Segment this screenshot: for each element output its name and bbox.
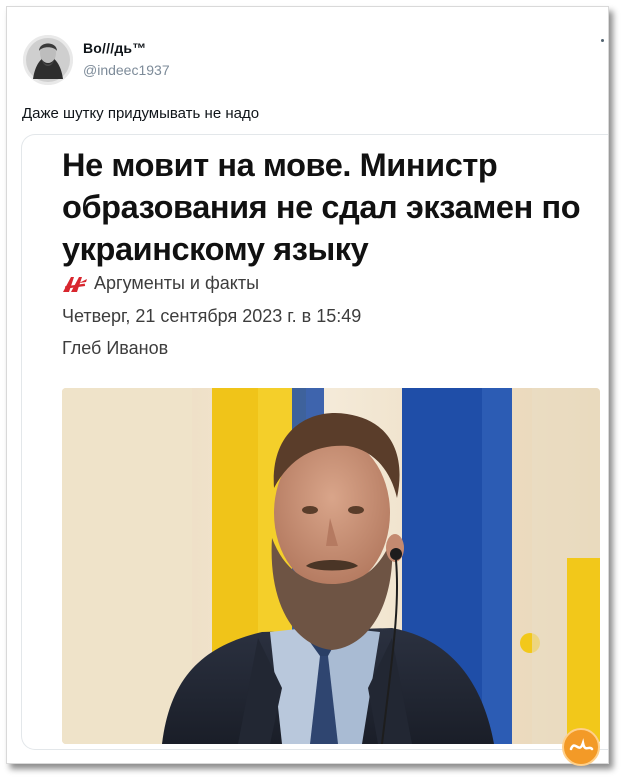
author-handle[interactable]: @indeec1937	[83, 62, 170, 78]
more-options-icon[interactable]	[601, 39, 604, 42]
avatar[interactable]	[23, 35, 73, 85]
tweet-frame: Во///дь™ @indeec1937 Даже шутку придумыв…	[6, 6, 609, 767]
article-photo[interactable]	[62, 388, 600, 744]
article-source-name: Аргументы и факты	[94, 273, 260, 293]
article-photo-image	[62, 388, 600, 744]
avatar-portrait	[23, 35, 73, 85]
link-card[interactable]: Не мовит на мове. Министр образования не…	[21, 134, 608, 750]
watermark-logo	[561, 727, 601, 767]
aif-logo-icon	[63, 276, 87, 292]
article-source[interactable]: Аргументы и факты	[62, 273, 259, 294]
author-display-name[interactable]: Во///дь™	[83, 40, 146, 56]
article-headline[interactable]: Не мовит на мове. Министр образования не…	[62, 144, 602, 270]
article-date: Четверг, 21 сентября 2023 г. в 15:49	[62, 306, 362, 326]
article-author: Глеб Иванов	[62, 338, 169, 358]
tweet-text: Даже шутку придумывать не надо	[22, 105, 260, 122]
